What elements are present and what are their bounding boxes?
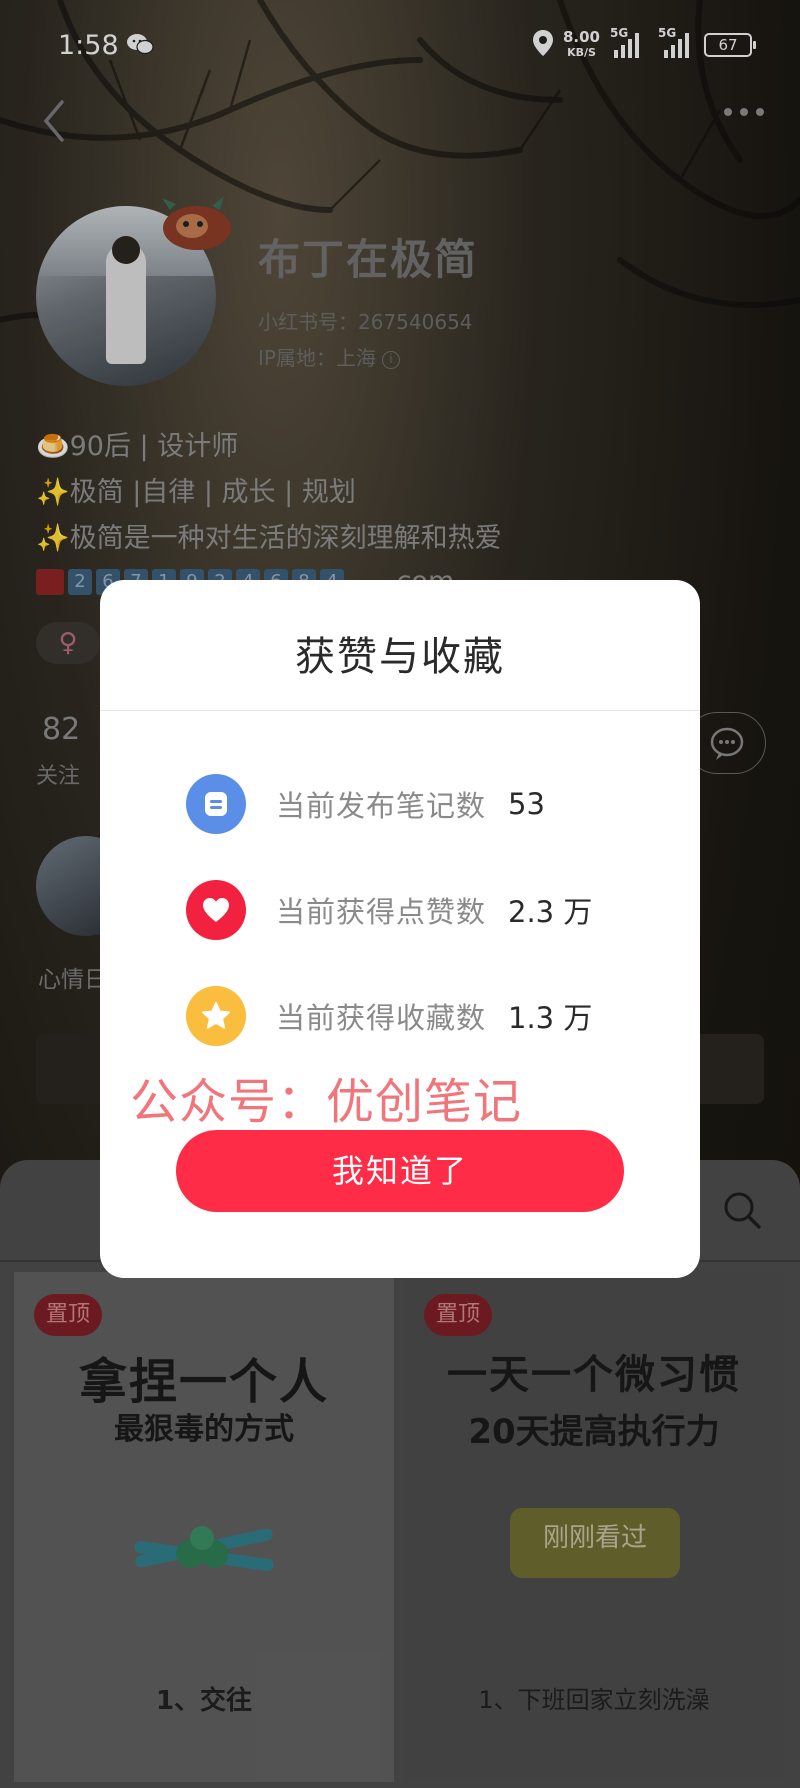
dialog-divider bbox=[100, 710, 700, 711]
stat-row-likes: 当前获得点赞数 2.3 万 bbox=[186, 880, 592, 940]
stat-label: 当前获得点赞数 bbox=[276, 895, 487, 929]
dialog-title: 获赞与收藏 bbox=[295, 634, 505, 680]
note-icon bbox=[186, 774, 246, 834]
stat-row-collections: 当前获得收藏数 1.3 万 bbox=[186, 986, 592, 1046]
watermark-text: 公众号：优创笔记 bbox=[130, 1074, 523, 1130]
likes-collections-dialog: 获赞与收藏 当前发布笔记数 53 当前获得点赞数 2.3 万 当前获得收藏数 1… bbox=[100, 580, 700, 1278]
star-icon bbox=[186, 986, 246, 1046]
stat-label: 当前获得收藏数 bbox=[276, 1001, 487, 1035]
heart-icon bbox=[186, 880, 246, 940]
stat-label: 当前发布笔记数 bbox=[276, 789, 487, 823]
stat-value: 1.3 万 bbox=[508, 1001, 593, 1035]
stat-value: 53 bbox=[508, 787, 545, 821]
stat-row-notes: 当前发布笔记数 53 bbox=[186, 774, 545, 834]
stat-value: 2.3 万 bbox=[508, 895, 593, 929]
confirm-button[interactable]: 我知道了 bbox=[176, 1130, 624, 1212]
